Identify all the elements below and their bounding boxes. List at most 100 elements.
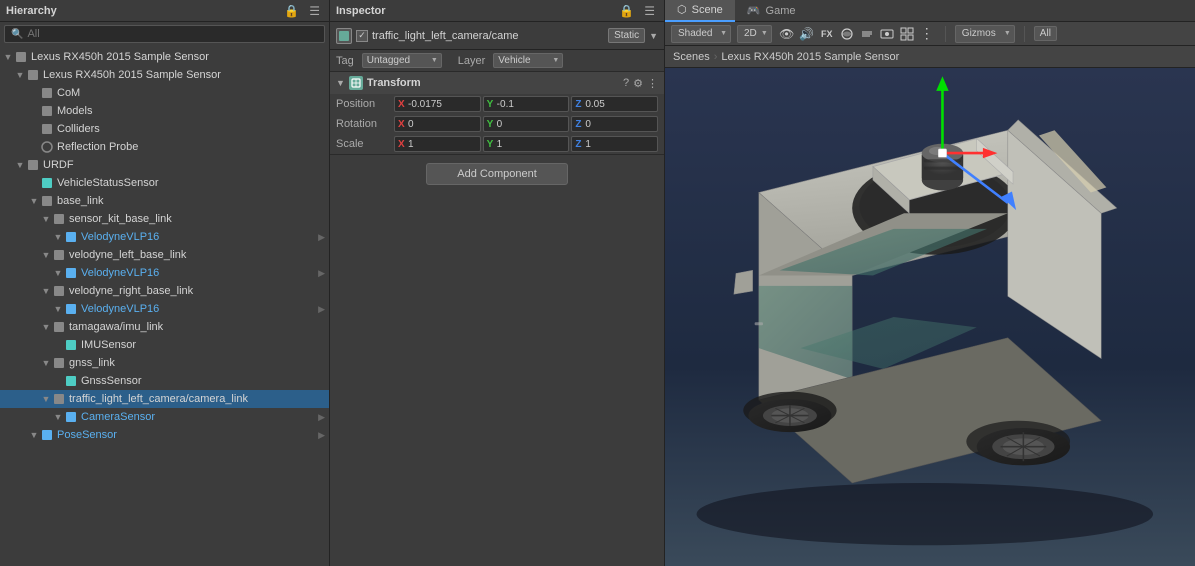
layer-select[interactable]: Vehicle — [493, 53, 563, 68]
fog-icon[interactable] — [858, 25, 876, 43]
tree-item-gnss-sensor[interactable]: ▶ GnssSensor — [0, 372, 329, 390]
tree-item-lexus-root[interactable]: ▼ Lexus RX450h 2015 Sample Sensor — [0, 48, 329, 66]
menu-icon[interactable]: ☰ — [306, 3, 323, 19]
tree-label-colliders: Colliders — [57, 123, 100, 135]
breadcrumb-scenes[interactable]: Scenes — [673, 51, 710, 63]
expand-arrow-v1[interactable]: ▼ — [52, 232, 64, 242]
expand-arrow-vl[interactable]: ▼ — [40, 250, 52, 260]
lock-icon[interactable]: 🔒 — [281, 3, 302, 19]
eye-icon[interactable]: 👁 — [778, 25, 796, 43]
search-bar[interactable]: 🔍 — [4, 25, 325, 43]
transform-title: Transform — [367, 77, 619, 89]
tree-label-cs: CameraSensor — [81, 411, 155, 423]
grid-icon[interactable] — [898, 25, 916, 43]
expand-arrow-lexus-root[interactable]: ▼ — [2, 52, 14, 62]
hierarchy-header: Hierarchy 🔒 ☰ — [0, 0, 329, 22]
tree-item-vel-left[interactable]: ▼ velodyne_left_base_link — [0, 246, 329, 264]
add-component-button[interactable]: Add Component — [426, 163, 568, 185]
more-icon[interactable]: ⋮ — [918, 25, 936, 43]
transform-header[interactable]: ▼ Transform ? ⚙ ⋮ — [330, 72, 664, 94]
sy-label: Y — [487, 139, 495, 150]
expand-arrow-tc[interactable]: ▼ — [40, 394, 52, 404]
tree-item-models[interactable]: ▶ Models — [0, 102, 329, 120]
toolbar-separator2 — [1024, 26, 1025, 42]
inspector-title: Inspector — [336, 5, 386, 17]
search-input[interactable] — [27, 28, 318, 40]
tree-label-lexus-child: Lexus RX450h 2015 Sample Sensor — [43, 69, 221, 81]
scale-x-field[interactable]: X 1 — [394, 136, 481, 152]
transform-menu-icon[interactable]: ⋮ — [647, 77, 658, 90]
tag-layer-row: Tag Untagged Layer Vehicle — [330, 50, 664, 72]
inspector-lock-icon[interactable]: 🔒 — [616, 3, 637, 19]
rotation-z-field[interactable]: Z 0 — [571, 116, 658, 132]
tab-scene[interactable]: ⬡ Scene — [665, 0, 735, 22]
expand-arrow-cs[interactable]: ▼ — [52, 412, 64, 422]
expand-arrow-v2[interactable]: ▼ — [52, 268, 64, 278]
expand-arrow-urdf[interactable]: ▼ — [14, 160, 26, 170]
tree-item-colliders[interactable]: ▶ Colliders — [0, 120, 329, 138]
tree-item-gnss[interactable]: ▼ gnss_link — [0, 354, 329, 372]
transform-settings-icon[interactable]: ⚙ — [633, 77, 643, 90]
tree-item-pose-sensor[interactable]: ▼ PoseSensor ▶ — [0, 426, 329, 444]
transform-help-icon[interactable]: ? — [623, 77, 629, 90]
tree-item-vehicle-status[interactable]: ▶ VehicleStatusSensor — [0, 174, 329, 192]
tree-item-velodyne3[interactable]: ▼ VelodyneVLP16 ▶ — [0, 300, 329, 318]
expand-arrow-base[interactable]: ▼ — [28, 196, 40, 206]
scene-toolbar-icons: 👁 🔊 FX ⋮ — [778, 25, 936, 43]
hierarchy-controls: 🔒 ☰ — [281, 3, 323, 19]
projection-dropdown[interactable]: 2D — [737, 25, 772, 43]
position-z-field[interactable]: Z 0.05 — [571, 96, 658, 112]
tag-label: Tag — [336, 55, 354, 67]
tree-item-velodyne2[interactable]: ▼ VelodyneVLP16 ▶ — [0, 264, 329, 282]
tree-item-tamagawa[interactable]: ▼ tamagawa/imu_link — [0, 318, 329, 336]
tree-item-sensor-kit[interactable]: ▼ sensor_kit_base_link — [0, 210, 329, 228]
rotation-x-field[interactable]: X 0 — [394, 116, 481, 132]
shading-label: Shaded — [678, 28, 712, 39]
tree-label-lexus-root: Lexus RX450h 2015 Sample Sensor — [31, 51, 209, 63]
tree-item-urdf[interactable]: ▼ URDF — [0, 156, 329, 174]
tree-item-imu[interactable]: ▶ IMUSensor — [0, 336, 329, 354]
tree-item-camera-sensor[interactable]: ▼ CameraSensor ▶ — [0, 408, 329, 426]
tag-select[interactable]: Untagged — [362, 53, 442, 68]
expand-arrow-ps[interactable]: ▼ — [28, 430, 40, 440]
animator-icon[interactable] — [878, 25, 896, 43]
object-enabled-checkbox[interactable] — [356, 30, 368, 42]
position-row: Position X -0.0175 Y -0.1 Z 0.05 — [330, 94, 664, 114]
expand-arrow-gnss[interactable]: ▼ — [40, 358, 52, 368]
tree-item-base-link[interactable]: ▼ base_link — [0, 192, 329, 210]
shading-dropdown[interactable]: Shaded — [671, 25, 731, 43]
expand-arrow-vr[interactable]: ▼ — [40, 286, 52, 296]
tab-game[interactable]: 🎮 Game — [735, 0, 808, 22]
position-y-field[interactable]: Y -0.1 — [483, 96, 570, 112]
rotation-y-field[interactable]: Y 0 — [483, 116, 570, 132]
position-label: Position — [336, 98, 394, 110]
layer-label: Layer — [458, 55, 486, 67]
audio-icon[interactable]: 🔊 — [798, 25, 816, 43]
tree-item-velodyne1[interactable]: ▼ VelodyneVLP16 ▶ — [0, 228, 329, 246]
gizmos-dropdown[interactable]: Gizmos — [955, 25, 1015, 43]
expand-arrow-lexus-child[interactable]: ▼ — [14, 70, 26, 80]
transform-expand-icon[interactable]: ▼ — [336, 78, 345, 88]
skybox-icon[interactable] — [838, 25, 856, 43]
scene-viewport[interactable] — [665, 68, 1195, 566]
rotation-label: Rotation — [336, 118, 394, 130]
static-dropdown-arrow[interactable]: ▼ — [649, 31, 658, 41]
expand-arrow-v3[interactable]: ▼ — [52, 304, 64, 314]
tree-item-traffic-cam[interactable]: ▼ traffic_light_left_camera/camera_link — [0, 390, 329, 408]
expand-arrow-sk[interactable]: ▼ — [40, 214, 52, 224]
tree-item-lexus-child[interactable]: ▼ Lexus RX450h 2015 Sample Sensor — [0, 66, 329, 84]
scale-y-field[interactable]: Y 1 — [483, 136, 570, 152]
tree-item-com[interactable]: ▶ CoM — [0, 84, 329, 102]
arrow-right-v1: ▶ — [318, 232, 325, 243]
object-icon-v3 — [64, 302, 78, 316]
scale-z-field[interactable]: Z 1 — [571, 136, 658, 152]
position-x-field[interactable]: X -0.0175 — [394, 96, 481, 112]
all-badge[interactable]: All — [1034, 26, 1057, 41]
expand-arrow-tama[interactable]: ▼ — [40, 322, 52, 332]
scene-tab-icon: ⬡ — [677, 3, 687, 16]
transform-section: ▼ Transform ? ⚙ ⋮ Position — [330, 72, 664, 155]
inspector-menu-icon[interactable]: ☰ — [641, 3, 658, 19]
fx-icon[interactable]: FX — [818, 25, 836, 43]
tree-item-reflection-probe[interactable]: ▶ Reflection Probe — [0, 138, 329, 156]
tree-item-vel-right[interactable]: ▼ velodyne_right_base_link — [0, 282, 329, 300]
